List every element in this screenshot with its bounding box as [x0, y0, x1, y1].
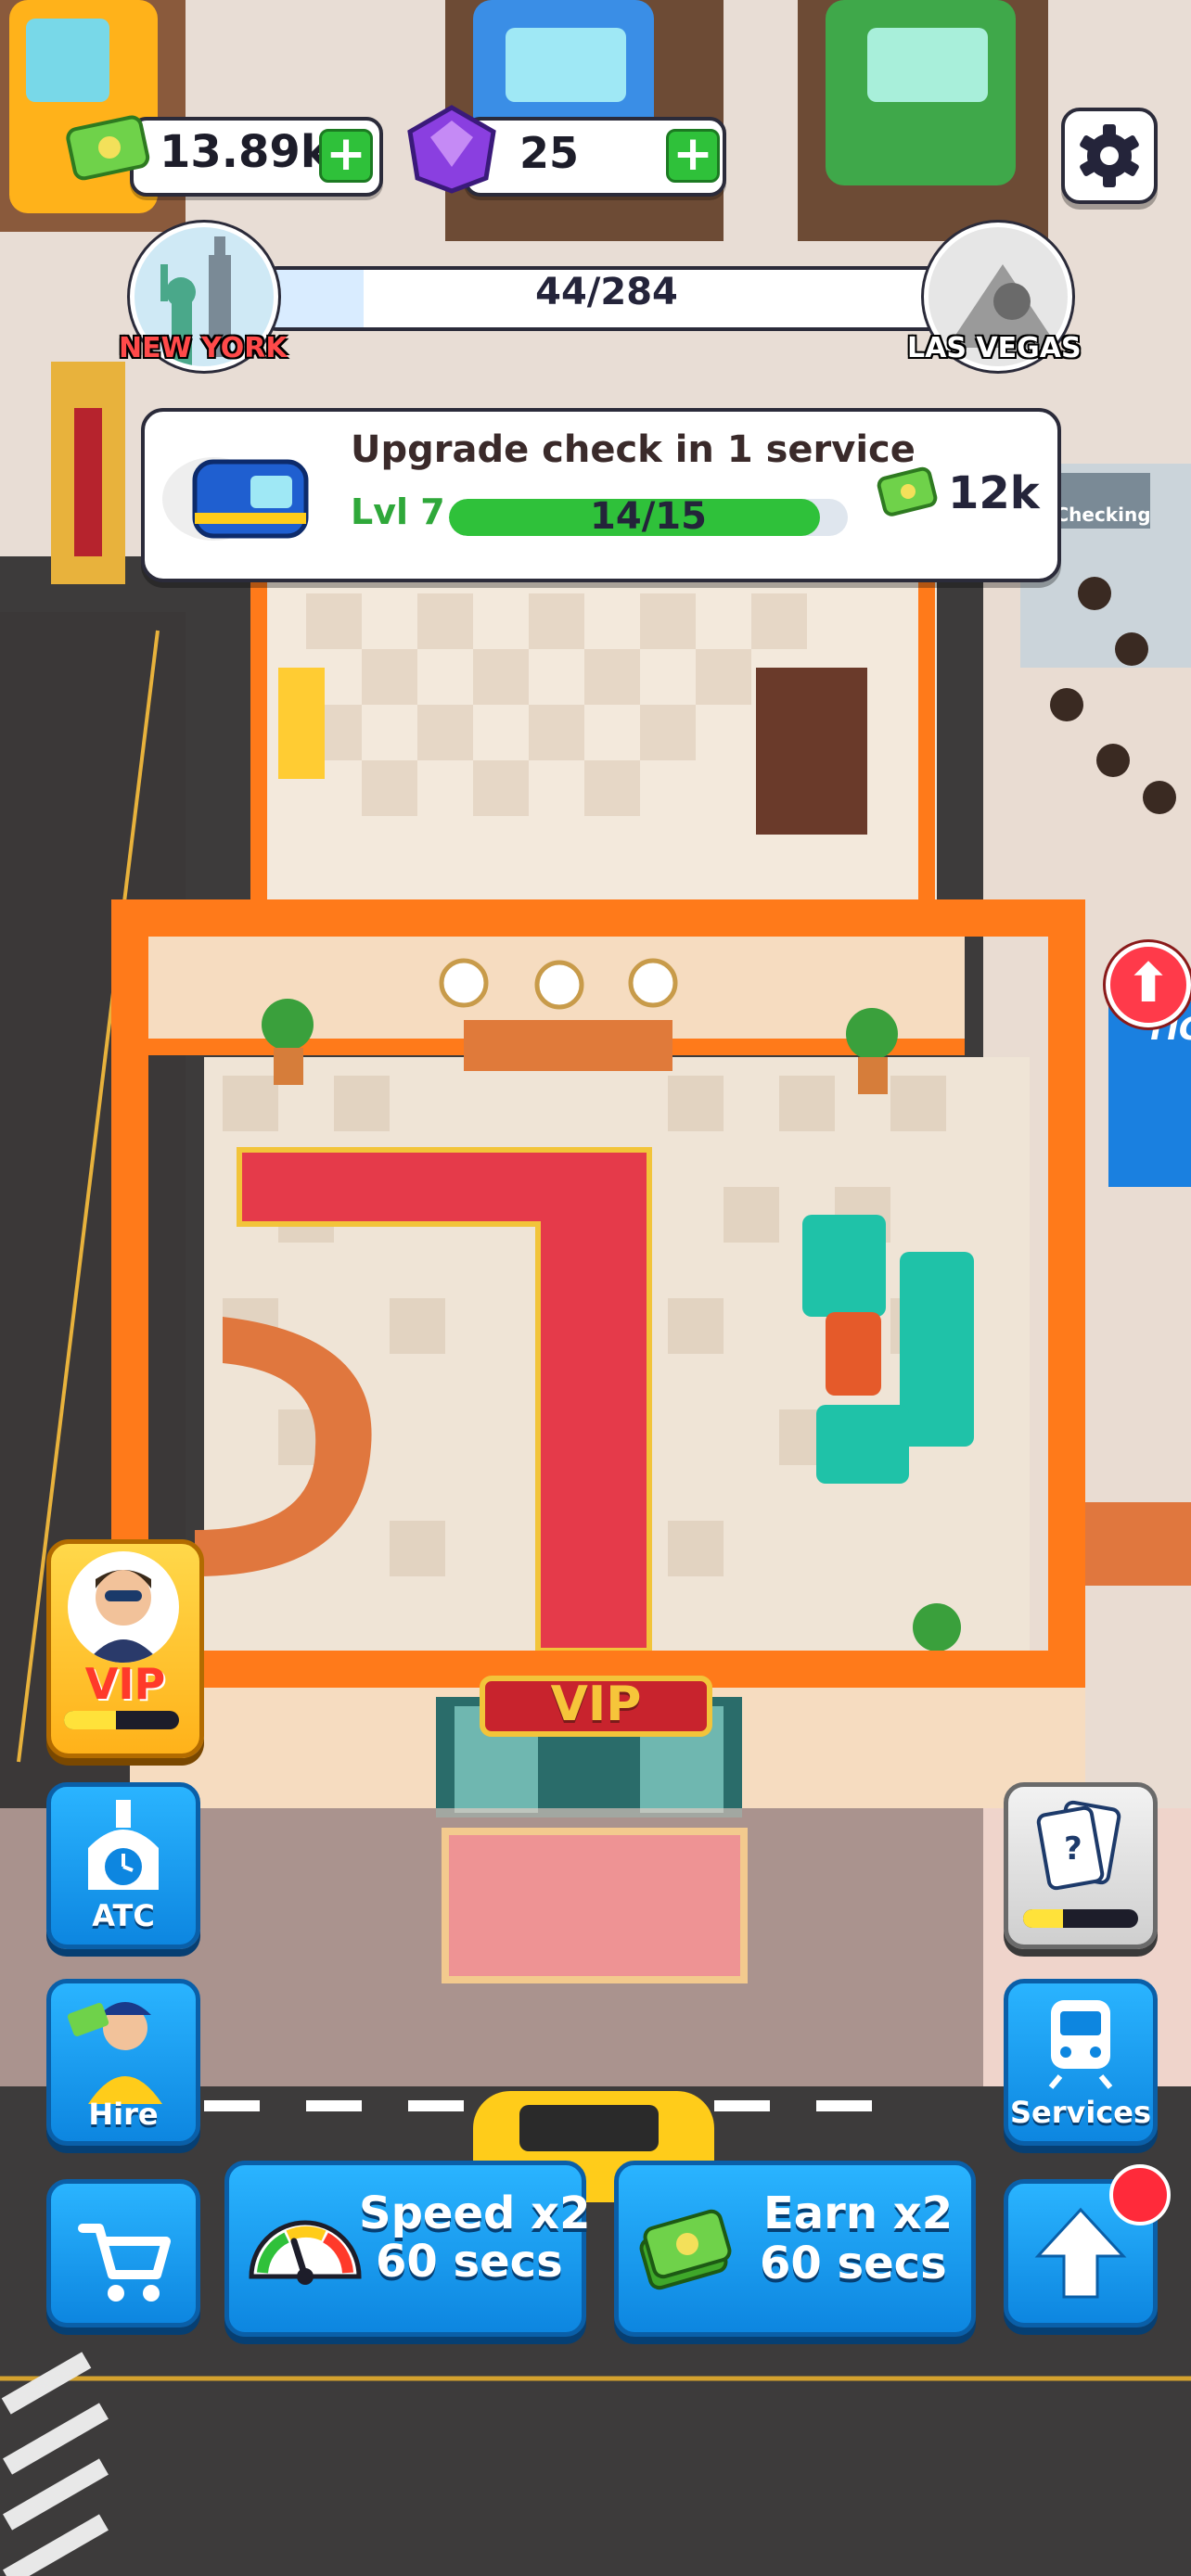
- arrow-up-icon: ⬆: [1125, 951, 1172, 1014]
- card-pack-button[interactable]: ?: [1004, 1782, 1158, 1949]
- speed-boost-button[interactable]: Speed x2 60 secs: [224, 2161, 590, 2337]
- atc-button[interactable]: ATC: [46, 1782, 200, 1949]
- manager-avatar: [68, 1551, 179, 1663]
- hire-button[interactable]: Hire: [46, 1979, 200, 2146]
- upgrade-panel[interactable]: Upgrade check in 1 service Lvl 7 14/15 1…: [141, 408, 1061, 582]
- earn-boost-button[interactable]: Earn x2 60 secs: [614, 2161, 976, 2337]
- origin-city-label: NEW YORK: [119, 332, 288, 364]
- train-icon: [158, 425, 325, 564]
- destination-city-label: LAS VEGAS: [907, 332, 1082, 364]
- route-progress-text: 44/284: [535, 271, 678, 313]
- gear-icon: [1080, 124, 1139, 187]
- upgrade-title: Upgrade check in 1 service: [351, 428, 916, 471]
- upgrade-cost: 12k: [948, 467, 1040, 519]
- notification-dot: [1109, 2164, 1171, 2225]
- cards-icon: ?: [1036, 1800, 1121, 1891]
- earn-boost-title: Earn x2: [763, 2187, 954, 2239]
- atc-label: ATC: [92, 1898, 155, 1933]
- vip-manager-button[interactable]: VIP: [46, 1539, 204, 1758]
- speed-boost-duration: 60 secs: [376, 2236, 563, 2288]
- cash-amount: 13.89k: [160, 126, 330, 178]
- vip-manager-progress-fill: [64, 1711, 116, 1729]
- cash-icon: [63, 109, 156, 184]
- svg-text:?: ?: [1064, 1830, 1082, 1868]
- gem-icon: [401, 102, 503, 195]
- cart-icon: [78, 2224, 171, 2302]
- vip-sign: VIP: [550, 1677, 642, 1732]
- services-button[interactable]: Services: [1004, 1979, 1158, 2146]
- card-pack-progress: [1023, 1909, 1138, 1928]
- cash-stack-icon: [639, 2209, 732, 2290]
- vip-manager-label: VIP: [84, 1659, 166, 1709]
- add-cash-button[interactable]: +: [319, 129, 373, 183]
- add-gems-button[interactable]: +: [666, 129, 720, 183]
- settings-button[interactable]: [1061, 108, 1158, 204]
- services-label: Services: [1009, 2095, 1152, 2130]
- hire-label: Hire: [88, 2097, 159, 2132]
- upgrade-level: Lvl 7: [351, 491, 445, 532]
- shop-button[interactable]: [46, 2179, 200, 2327]
- upgrade-progress-text: 14/15: [590, 495, 707, 538]
- control-tower-icon: [88, 1800, 159, 1890]
- speedometer-icon: [249, 2220, 362, 2285]
- gems-amount: 25: [519, 128, 580, 178]
- train-front-icon: [1048, 2000, 1113, 2089]
- vip-manager-progress: [64, 1711, 179, 1729]
- checking-sign: Checking: [1055, 504, 1151, 526]
- ticket-upgrade-arrow[interactable]: ⬆: [1106, 942, 1191, 1027]
- earn-boost-duration: 60 secs: [760, 2238, 947, 2289]
- worker-icon: [67, 2002, 162, 2104]
- card-pack-progress-fill: [1023, 1909, 1064, 1928]
- speed-boost-title: Speed x2: [359, 2187, 591, 2239]
- cost-cash-icon: [876, 460, 941, 525]
